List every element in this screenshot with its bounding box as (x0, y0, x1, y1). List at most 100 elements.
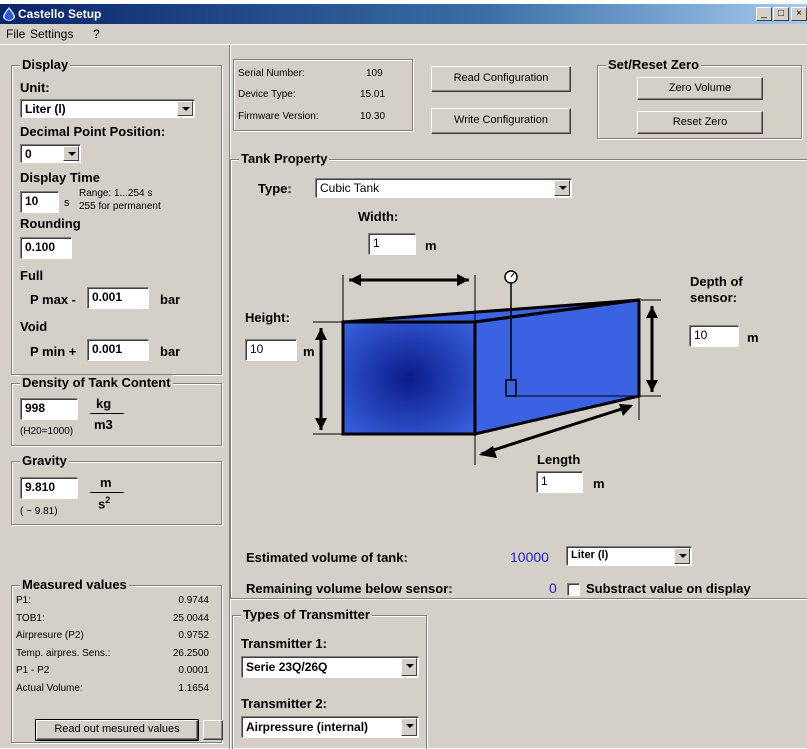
arrow-head (479, 446, 497, 458)
estimated-unit-value: Liter (l) (571, 549, 609, 561)
display-group: Display Unit: Liter (l) Decimal Point Po… (11, 57, 222, 375)
rounding-field[interactable]: 0.100 (20, 237, 72, 259)
width-label: Width: (358, 209, 399, 224)
zero-group-title: Set/Reset Zero (606, 57, 702, 72)
gravity-group-title: Gravity (20, 453, 69, 468)
display-time-unit: s (64, 197, 70, 209)
tank-diagram (313, 270, 661, 465)
menu-settings[interactable]: Settings (30, 27, 73, 41)
measured-row-value: 0.9744 (178, 595, 209, 606)
display-group-title: Display (20, 57, 71, 72)
pmin-field[interactable]: 0.001 (87, 339, 149, 361)
unit-select[interactable]: Liter (l) (20, 99, 195, 118)
gravity-field[interactable]: 9.810 (20, 477, 78, 499)
height-field[interactable]: 10 (245, 339, 297, 361)
device-type-label: Device Type: (238, 89, 296, 100)
arrow-head (646, 306, 658, 318)
menu-help[interactable]: ? (93, 27, 100, 41)
width-field[interactable]: 1 (368, 233, 416, 255)
depth-field[interactable]: 10 (689, 325, 739, 347)
transmitter-2-value: Airpressure (internal) (246, 720, 369, 734)
read-configuration-button[interactable]: Read Configuration (431, 66, 571, 92)
transmitter-2-label: Transmitter 2: (241, 696, 327, 711)
measured-row-label: Actual Volume: (16, 682, 83, 694)
measured-row-label: Temp. airpres. Sens.: (16, 647, 111, 659)
menu-file[interactable]: File (6, 27, 25, 41)
minimize-button[interactable]: _ (756, 7, 772, 21)
transmitter-2-select[interactable]: Airpressure (internal) (241, 716, 419, 738)
measured-row-value: 0.9752 (178, 630, 209, 641)
density-unit-num: kg (96, 396, 112, 411)
fraction-bar (90, 413, 124, 414)
arrow-head (315, 328, 327, 340)
transmitter-1-label: Transmitter 1: (241, 636, 327, 651)
gravity-unit-exponent: 2 (105, 495, 111, 505)
decimal-select[interactable]: 0 (20, 144, 81, 163)
length-field[interactable]: 1 (536, 471, 583, 493)
measured-row-value: 1.1654 (178, 682, 209, 694)
pmax-label: P max - (30, 292, 77, 307)
display-time-range: Range: 1...254 s (79, 188, 153, 199)
measured-row-label: Airpresure (P2) (16, 630, 84, 641)
title-bar: Castello Setup _ □ × (0, 4, 807, 24)
display-time-permanent: 255 for permanent (79, 201, 161, 212)
estimated-unit-select[interactable]: Liter (l) (566, 546, 692, 566)
density-field[interactable]: 998 (20, 398, 78, 420)
decimal-label: Decimal Point Position: (20, 124, 166, 139)
estimated-volume-label: Estimated volume of tank: (246, 550, 408, 565)
rounding-label: Rounding (20, 216, 81, 231)
sensor-probe (505, 379, 517, 397)
tank-type-select[interactable]: Cubic Tank (315, 178, 572, 198)
firmware-value: 10.30 (360, 111, 386, 122)
chevron-down-icon[interactable] (554, 180, 570, 196)
serial-value: 109 (366, 68, 383, 79)
transmitter-group: Types of Transmitter Transmitter 1: Seri… (232, 607, 427, 749)
reset-zero-button[interactable]: Reset Zero (637, 111, 763, 134)
length-unit: m (593, 476, 605, 491)
arrow-head (619, 404, 633, 416)
length-label: Length (537, 452, 581, 467)
measured-values-title: Measured values (20, 577, 129, 592)
auxiliary-button[interactable] (203, 720, 223, 740)
tank-type-value: Cubic Tank (320, 181, 380, 195)
chevron-down-icon[interactable] (401, 718, 417, 736)
chevron-down-icon[interactable] (177, 101, 193, 116)
subtract-label: Substract value on display (586, 581, 751, 596)
drop-icon (3, 7, 15, 21)
subtract-checkbox[interactable] (567, 583, 580, 596)
tank-front-face (341, 320, 477, 436)
chevron-down-icon[interactable] (674, 548, 690, 564)
pmin-label: P min + (30, 344, 77, 359)
measured-row-label: P1 - P2 (16, 665, 50, 676)
transmitter-1-select[interactable]: Serie 23Q/26Q (241, 656, 419, 678)
close-button[interactable]: × (791, 7, 807, 21)
density-group: Density of Tank Content 998 kg m3 (H20=1… (11, 375, 222, 446)
write-configuration-button[interactable]: Write Configuration (431, 108, 571, 134)
measured-row-label: TOB1: (16, 612, 45, 624)
gravity-hint: ( ~ 9.81) (20, 506, 58, 517)
pmax-unit: bar (160, 292, 181, 307)
tank-type-label: Type: (258, 181, 292, 196)
transmitter-group-title: Types of Transmitter (241, 607, 372, 622)
estimated-volume-value: 10000 (510, 549, 549, 565)
measured-row-value: 25.0044 (172, 612, 209, 624)
firmware-label: Firmware Version: (238, 111, 319, 122)
decimal-select-value: 0 (25, 147, 32, 161)
device-info-panel: Serial Number: 109 Device Type: 15.01 Fi… (233, 59, 413, 131)
read-out-button[interactable]: Read out mesured values (35, 719, 199, 741)
arrow-head (349, 274, 361, 286)
display-time-field[interactable]: 10 (20, 191, 59, 213)
remaining-volume-value: 0 (549, 580, 557, 596)
height-label: Height: (245, 310, 290, 325)
measured-row-label: P1: (16, 595, 32, 606)
device-type-value: 15.01 (360, 89, 386, 100)
zero-volume-button[interactable]: Zero Volume (637, 77, 763, 100)
gravity-unit-den: s2 (98, 495, 111, 512)
pmax-field[interactable]: 0.001 (87, 287, 149, 309)
depth-label-2: sensor: (690, 290, 737, 305)
chevron-down-icon[interactable] (401, 658, 417, 676)
density-hint: (H20=1000) (20, 426, 74, 437)
maximize-button[interactable]: □ (773, 7, 789, 21)
arrow-head (457, 274, 469, 286)
chevron-down-icon[interactable] (63, 146, 79, 161)
